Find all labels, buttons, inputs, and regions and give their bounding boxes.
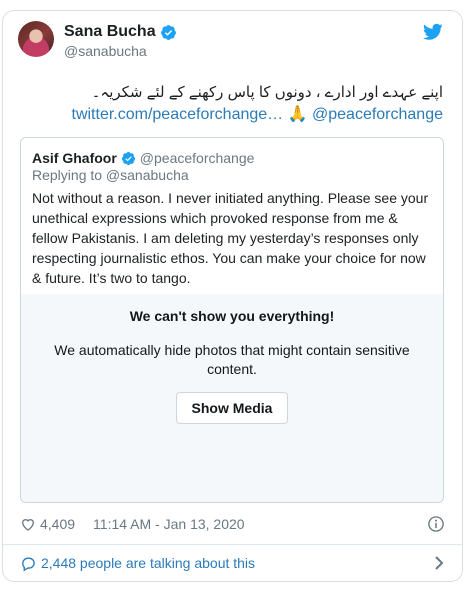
replying-to: Replying to @sanabucha	[32, 167, 189, 183]
author-display-name[interactable]: Sana Bucha	[64, 23, 156, 41]
tweet-header: Sana Bucha @sanabucha	[18, 21, 443, 61]
verified-badge-icon	[160, 24, 176, 40]
tweet-mention[interactable]: @peaceforchange	[312, 106, 443, 123]
twitter-bird-icon[interactable]	[423, 23, 443, 41]
tweet-link[interactable]: twitter.com/peaceforchange…	[72, 106, 284, 123]
footer-divider	[3, 544, 462, 545]
show-media-button[interactable]: Show Media	[176, 392, 288, 424]
tweet-text: اپنے عہدے اور ادارے ، دونوں کا پاس رکھنے…	[91, 84, 443, 101]
author-block[interactable]: Sana Bucha @sanabucha	[64, 22, 177, 59]
like-count[interactable]: 4,409	[40, 516, 75, 532]
talking-about-link[interactable]: 2,448 people are talking about this	[20, 553, 445, 573]
quoted-author: Asif Ghafoor @peaceforchange	[32, 149, 254, 167]
prayer-emoji: 🙏	[287, 106, 308, 123]
verified-badge-icon	[121, 151, 135, 165]
talking-about-text[interactable]: 2,448 people are talking about this	[41, 555, 255, 571]
speech-bubble-icon	[22, 557, 35, 571]
sensitive-title: We can't show you everything!	[129, 308, 335, 324]
avatar[interactable]	[18, 21, 54, 57]
quoted-text: Not without a reason. I never initiated …	[32, 190, 429, 286]
tweet-links: twitter.com/peaceforchange… 🙏 @peaceforc…	[18, 104, 444, 126]
sensitive-description: We automatically hide photos that might …	[54, 342, 410, 377]
quoted-tweet[interactable]: Asif Ghafoor @peaceforchange Replying to…	[20, 137, 444, 503]
tweet-meta: 4,409 11:14 AM - Jan 13, 2020	[20, 514, 445, 534]
info-icon[interactable]	[427, 515, 445, 533]
timestamp[interactable]: 11:14 AM - Jan 13, 2020	[93, 516, 245, 532]
author-handle[interactable]: @sanabucha	[64, 43, 177, 59]
quoted-handle: @peaceforchange	[139, 150, 255, 166]
chevron-right-icon[interactable]	[433, 556, 445, 570]
heart-icon[interactable]	[20, 516, 36, 532]
quoted-display-name: Asif Ghafoor	[32, 150, 117, 166]
sensitive-media-notice: We can't show you everything! We automat…	[21, 294, 443, 502]
